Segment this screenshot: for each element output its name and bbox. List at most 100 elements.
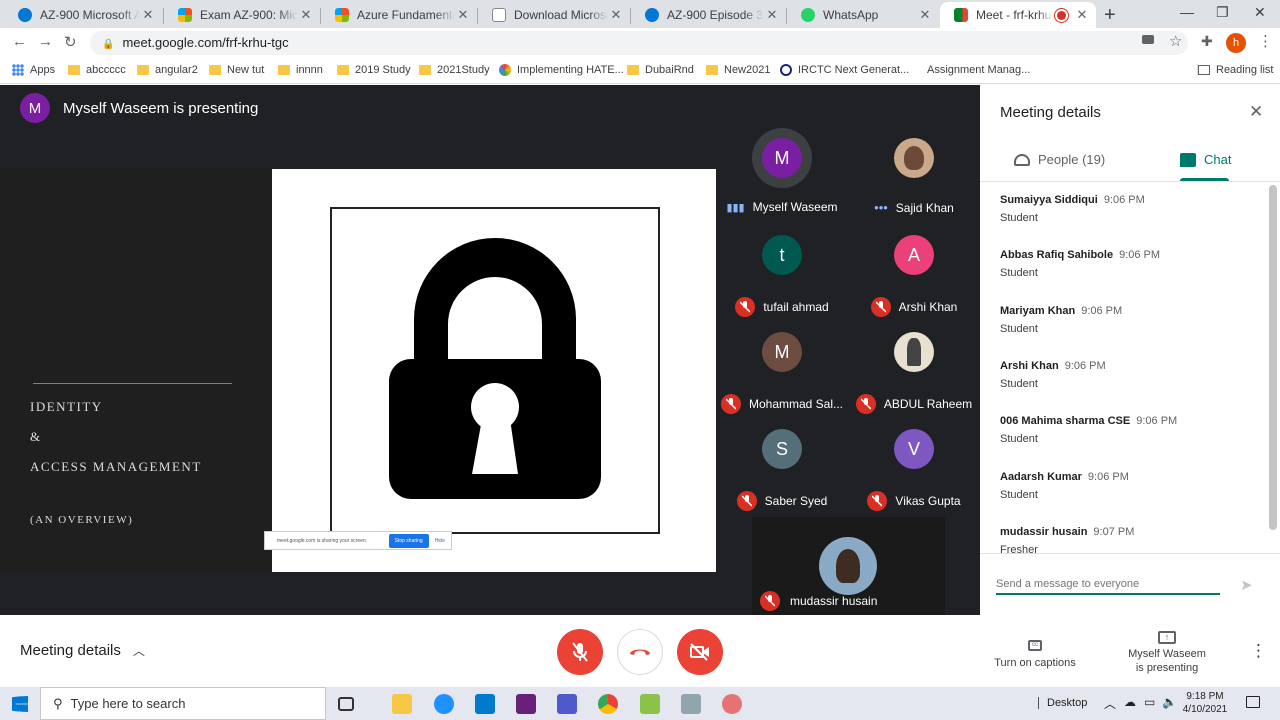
taskbar-clock[interactable]: 9:18 PM 4/10/2021	[1182, 690, 1228, 716]
tab-close-icon[interactable]: ✕	[298, 7, 314, 23]
participant-tile[interactable]: M Mohammad Sal...	[716, 320, 848, 417]
browser-tab[interactable]: AZ-900 Microsoft Azure ✕	[4, 2, 162, 28]
tab-close-icon[interactable]: ✕	[1074, 7, 1090, 23]
presenting-button[interactable]: ↑ Myself Waseem is presenting	[1117, 627, 1217, 674]
bookmark-folder[interactable]: DubaiRnd	[627, 64, 694, 76]
folder-icon	[419, 65, 431, 75]
leave-call-button[interactable]	[617, 629, 663, 675]
browser-menu-icon[interactable]: ⋮	[1258, 32, 1273, 50]
chat-message-input[interactable]	[996, 575, 1220, 595]
search-icon: ⚲	[53, 695, 63, 711]
bookmark-link[interactable]: Assignment Manag...	[927, 64, 1030, 76]
star-bookmark-icon[interactable]: ☆	[1169, 32, 1182, 50]
profile-avatar[interactable]: h	[1226, 33, 1246, 53]
participant-photo	[894, 332, 934, 372]
tab-close-icon[interactable]: ✕	[764, 7, 780, 23]
participant-tile[interactable]: S Saber Syed	[716, 417, 848, 514]
teams-icon[interactable]	[557, 694, 577, 714]
tab-people[interactable]: People (19)	[1014, 152, 1105, 167]
vscode-icon[interactable]	[475, 694, 495, 714]
desktop-toolbar-label[interactable]: Desktop	[1038, 697, 1087, 709]
cloud-icon[interactable]: ☁	[1124, 695, 1136, 709]
taskbar-search-box[interactable]: ⚲ Type here to search	[40, 687, 326, 720]
file-explorer-icon[interactable]	[392, 694, 412, 714]
tab-close-icon[interactable]: ✕	[608, 7, 624, 23]
more-options-icon[interactable]: ⋮	[1250, 641, 1267, 661]
paint-icon[interactable]	[640, 694, 660, 714]
bookmark-folder[interactable]: abccccc	[68, 64, 126, 76]
window-close-icon[interactable]: ✕	[1254, 4, 1266, 21]
stop-sharing-button[interactable]: Stop sharing	[388, 533, 429, 548]
browser-tab[interactable]: Download Microsoft Azure ✕	[478, 2, 630, 28]
captions-button[interactable]: cc Turn on captions	[985, 633, 1085, 669]
irctc-favicon-icon	[780, 64, 792, 76]
bookmark-folder[interactable]: New2021	[706, 64, 770, 76]
reading-list-button[interactable]: Reading list	[1197, 64, 1273, 76]
chat-scrollbar[interactable]	[1269, 185, 1277, 530]
participant-tile[interactable]: ••• Sajid Khan	[848, 126, 980, 223]
forward-arrow-icon[interactable]: →	[38, 33, 53, 50]
participant-tile[interactable]: V Vikas Gupta	[848, 417, 980, 514]
participant-tile[interactable]: M ▮▮▮ Myself Waseem	[716, 126, 848, 223]
browser-tab-strip: AZ-900 Microsoft Azure ✕ Exam AZ-900: Mi…	[0, 0, 1280, 28]
volume-icon[interactable]: 🔈	[1162, 695, 1177, 709]
lock-image-frame	[330, 207, 660, 534]
clock-time: 9:18 PM	[1186, 691, 1224, 702]
chat-message: Arshi Khan 9:06 PM Student	[1000, 360, 1106, 390]
visual-studio-icon[interactable]	[516, 694, 536, 714]
browser-tab[interactable]: Azure Fundamentals part ✕	[321, 2, 477, 28]
camera-icon[interactable]	[1142, 35, 1154, 44]
browser-tab[interactable]: WhatsApp ✕	[787, 2, 939, 28]
minimize-icon[interactable]: —	[1180, 4, 1194, 20]
tab-close-icon[interactable]: ✕	[140, 7, 156, 23]
bookmark-folder[interactable]: 2021Study	[419, 64, 490, 76]
browser-tab[interactable]: AZ-900 Episode 33 - Po ✕	[631, 2, 786, 28]
omnibox[interactable]: 🔒 meet.google.com/frf-krhu-tgc	[90, 31, 1188, 55]
bookmark-folder[interactable]: angular2	[137, 64, 198, 76]
bookmark-label: Apps	[30, 64, 56, 76]
internet-explorer-icon[interactable]	[434, 694, 454, 714]
bookmark-link[interactable]: IRCTC Next Generat...	[780, 64, 909, 76]
hide-notice-button[interactable]: Hide	[435, 538, 445, 544]
app-icon[interactable]	[681, 694, 701, 714]
padlock-icon	[389, 238, 601, 499]
participant-tile[interactable]: ABDUL Raheem	[848, 320, 980, 417]
whatsapp-favicon-icon	[801, 8, 815, 22]
new-tab-plus-icon[interactable]: +	[1104, 4, 1116, 27]
panel-close-icon[interactable]: ✕	[1249, 102, 1263, 122]
tab-close-icon[interactable]: ✕	[917, 7, 933, 23]
bookmark-folder[interactable]: New tut	[209, 64, 264, 76]
meeting-details-button[interactable]: Meeting details ︿	[20, 642, 145, 659]
chevron-up-icon[interactable]: ︿	[1104, 695, 1116, 712]
bookmark-folder[interactable]: 2019 Study	[337, 64, 411, 76]
extensions-puzzle-icon[interactable]: ✚	[1201, 33, 1213, 50]
participant-tile[interactable]: A Arshi Khan	[848, 223, 980, 320]
bookmark-folder[interactable]: innnn	[278, 64, 323, 76]
self-view-tile[interactable]: mudassir husain	[752, 517, 945, 615]
task-view-icon[interactable]	[338, 697, 354, 711]
participant-name-row: ▮▮▮ Myself Waseem	[716, 200, 848, 214]
windows-start-icon[interactable]	[12, 696, 28, 712]
notifications-icon[interactable]	[1246, 696, 1260, 708]
message-time: 9:06 PM	[1103, 194, 1145, 206]
reload-icon[interactable]: ↻	[64, 33, 77, 51]
participant-tile[interactable]: t tufail ahmad	[716, 223, 848, 320]
participant-name: Saber Syed	[764, 494, 828, 508]
mic-off-icon	[572, 642, 588, 662]
toggle-camera-button[interactable]	[677, 629, 723, 675]
snipping-tool-icon[interactable]	[722, 694, 742, 714]
send-icon[interactable]: ➤	[1240, 576, 1253, 594]
bookmark-link[interactable]: Implementing HATE...	[499, 64, 624, 76]
audio-level-icon: ▮▮▮	[726, 201, 745, 214]
toggle-mic-button[interactable]	[557, 629, 603, 675]
browser-tab[interactable]: Exam AZ-900: Microsoft ✕	[164, 2, 320, 28]
maximize-icon[interactable]: ❐	[1216, 4, 1229, 21]
tab-chat[interactable]: Chat	[1180, 152, 1231, 167]
bookmark-apps[interactable]: Apps	[12, 64, 55, 76]
tab-close-icon[interactable]: ✕	[455, 7, 471, 23]
chrome-icon[interactable]	[598, 694, 618, 714]
folder-icon	[627, 65, 639, 75]
browser-tab-active[interactable]: Meet - frf-krhu-tgc ✕	[940, 2, 1096, 28]
back-arrow-icon[interactable]: ←	[12, 33, 27, 50]
battery-icon[interactable]: ▭	[1144, 695, 1155, 709]
